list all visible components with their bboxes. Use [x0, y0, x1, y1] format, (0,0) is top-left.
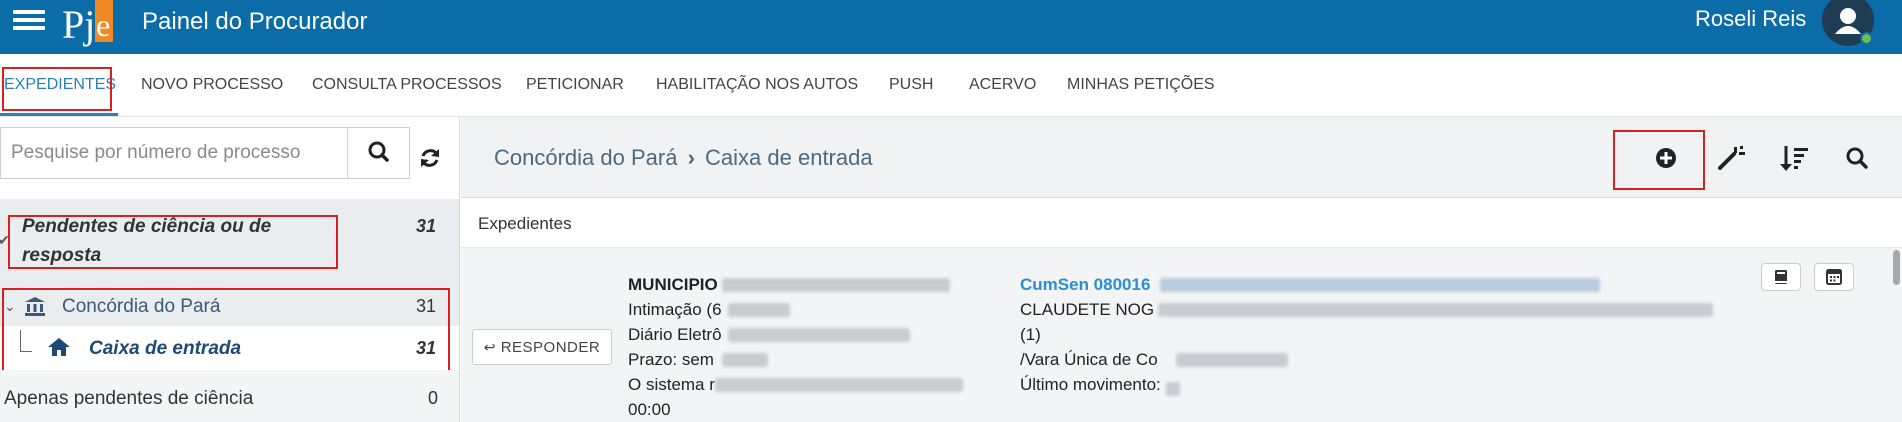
section-title: Expedientes [478, 214, 572, 233]
search-icon[interactable] [1837, 140, 1877, 176]
group-count: 31 [416, 216, 437, 236]
process-last-movement: Último movimento: [1020, 375, 1161, 394]
highlight-box-items [2, 288, 450, 381]
process-count: (1) [1020, 325, 1041, 344]
respond-label: RESPONDER [500, 338, 601, 356]
tab-peticionar[interactable]: PETICIONAR [526, 76, 624, 94]
book-icon [1775, 270, 1787, 284]
book-button[interactable] [1761, 263, 1801, 291]
search-input[interactable] [1, 128, 347, 178]
calendar-button[interactable] [1814, 263, 1854, 291]
expediente-prazo: Prazo: sem [628, 350, 714, 369]
redacted-text [722, 278, 950, 292]
process-number-link[interactable]: CumSen 080016 [1020, 275, 1150, 295]
expediente-diario: Diário Eletrô [628, 325, 722, 344]
scrollbar[interactable] [1893, 250, 1900, 285]
redacted-text [728, 328, 910, 342]
sidebar-item-apenas-pendentes[interactable]: Apenas pendentes de ciência 0 [0, 370, 459, 422]
redacted-text [1160, 278, 1600, 292]
expediente-party: MUNICIPIO [628, 275, 718, 294]
tab-acervo[interactable]: ACERVO [969, 76, 1036, 94]
redacted-text [722, 353, 768, 367]
tab-minhas-peticoes[interactable]: MINHAS PETIÇÕES [1067, 76, 1215, 94]
breadcrumb: Concórdia do Pará › Caixa de entrada [494, 145, 873, 171]
search-button[interactable] [347, 128, 409, 178]
menu-icon[interactable] [13, 6, 45, 32]
calendar-icon [1826, 269, 1842, 285]
expediente-hora: 00:00 [628, 400, 671, 419]
top-bar: Pj e Painel do Procurador Roseli Reis [0, 0, 1902, 54]
redacted-text [728, 303, 790, 317]
sidebar-item-label: Apenas pendentes de ciência [4, 388, 254, 409]
svg-text:Pj: Pj [62, 2, 95, 47]
redacted-text [715, 378, 963, 392]
tab-novo-processo[interactable]: NOVO PROCESSO [141, 76, 283, 94]
redacted-text [1166, 382, 1180, 396]
user-name[interactable]: Roseli Reis [1695, 6, 1806, 32]
reply-icon: ↩ [483, 338, 497, 355]
process-vara: /Vara Única de Co [1020, 350, 1158, 369]
redacted-text [1176, 353, 1288, 367]
breadcrumb-separator: › [687, 145, 695, 170]
respond-button[interactable]: ↩ RESPONDER [472, 329, 612, 365]
active-tab-indicator [0, 113, 118, 116]
tab-consulta-processos[interactable]: CONSULTA PROCESSOS [312, 76, 502, 94]
app-title: Painel do Procurador [142, 8, 368, 35]
main-nav: EXPEDIENTES NOVO PROCESSO CONSULTA PROCE… [0, 54, 1902, 117]
svg-text:e: e [96, 7, 110, 43]
process-parties: CLAUDETE NOG [1020, 300, 1155, 319]
online-status-dot [1860, 32, 1873, 45]
redacted-text [1158, 303, 1713, 317]
pje-logo[interactable]: Pj e [62, 0, 122, 50]
highlight-box-add [1613, 130, 1705, 190]
refresh-icon[interactable] [416, 144, 444, 172]
expediente-sistema: O sistema r [628, 375, 715, 394]
tab-push[interactable]: PUSH [889, 76, 933, 94]
search-box [0, 127, 410, 179]
highlight-box-tab [2, 67, 112, 111]
expediente-intimacao: Intimação (6 [628, 300, 722, 319]
section-bar [461, 198, 1902, 248]
sort-icon[interactable] [1774, 140, 1814, 176]
breadcrumb-folder[interactable]: Caixa de entrada [705, 145, 873, 170]
magic-wand-icon[interactable] [1710, 140, 1750, 176]
highlight-box-group [8, 215, 338, 269]
breadcrumb-location[interactable]: Concórdia do Pará [494, 145, 677, 170]
sidebar-item-count: 0 [428, 388, 439, 408]
tab-habilitacao-nos-autos[interactable]: HABILITAÇÃO NOS AUTOS [656, 76, 858, 94]
search-icon [368, 141, 389, 162]
